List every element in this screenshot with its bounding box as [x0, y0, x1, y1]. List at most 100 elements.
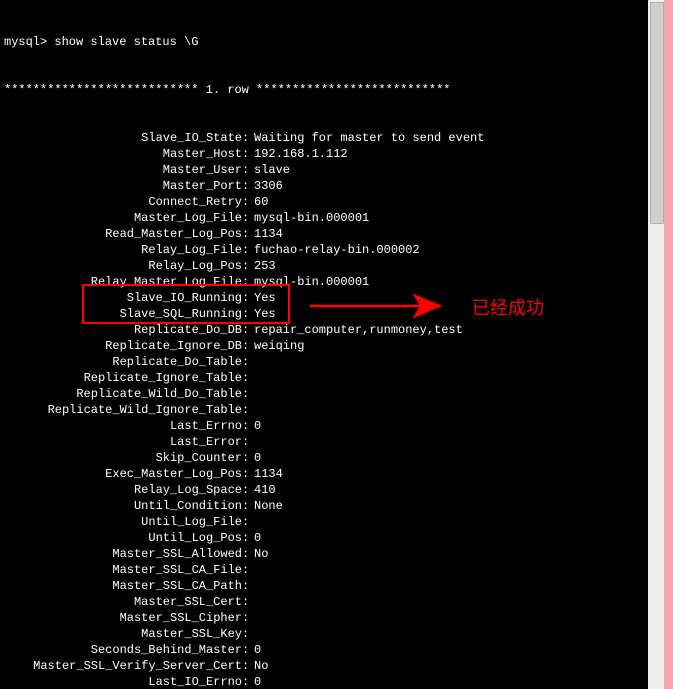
field-value: slave: [250, 162, 648, 178]
status-row: Replicate_Do_DB:repair_computer,runmoney…: [2, 322, 648, 338]
field-value: 3306: [250, 178, 648, 194]
colon: :: [242, 210, 250, 226]
field-label: Master_SSL_Allowed: [2, 546, 242, 562]
colon: :: [242, 642, 250, 658]
field-label: Relay_Master_Log_File: [2, 274, 242, 290]
colon: :: [242, 434, 250, 450]
colon: :: [242, 418, 250, 434]
field-value: [250, 370, 648, 386]
scrollbar-track[interactable]: [648, 0, 664, 689]
colon: :: [242, 514, 250, 530]
colon: :: [242, 258, 250, 274]
status-row: Last_Errno:0: [2, 418, 648, 434]
colon: :: [242, 370, 250, 386]
field-value: repair_computer,runmoney,test: [250, 322, 648, 338]
status-row: Connect_Retry:60: [2, 194, 648, 210]
status-row: Relay_Log_Pos:253: [2, 258, 648, 274]
status-row: Read_Master_Log_Pos:1134: [2, 226, 648, 242]
field-value: No: [250, 658, 648, 674]
colon: :: [242, 130, 250, 146]
field-label: Skip_Counter: [2, 450, 242, 466]
field-label: Replicate_Do_DB: [2, 322, 242, 338]
field-label: Master_SSL_Cert: [2, 594, 242, 610]
status-row: Last_IO_Errno:0: [2, 674, 648, 689]
field-value: 253: [250, 258, 648, 274]
field-label: Slave_SQL_Running: [2, 306, 242, 322]
status-row: Master_SSL_Allowed:No: [2, 546, 648, 562]
status-row: Seconds_Behind_Master:0: [2, 642, 648, 658]
colon: :: [242, 578, 250, 594]
colon: :: [242, 658, 250, 674]
status-row: Master_Port:3306: [2, 178, 648, 194]
scrollbar-thumb[interactable]: [650, 2, 664, 224]
field-value: mysql-bin.000001: [250, 274, 648, 290]
colon: :: [242, 146, 250, 162]
field-label: Until_Log_Pos: [2, 530, 242, 546]
field-value: No: [250, 546, 648, 562]
field-value: [250, 402, 648, 418]
colon: :: [242, 498, 250, 514]
status-row: Replicate_Ignore_DB:weiqing: [2, 338, 648, 354]
status-row: Master_SSL_Cert:: [2, 594, 648, 610]
field-label: Master_User: [2, 162, 242, 178]
colon: :: [242, 226, 250, 242]
command-line: mysql> show slave status \G: [2, 34, 648, 50]
field-value: 0: [250, 450, 648, 466]
status-row: Until_Condition:None: [2, 498, 648, 514]
field-label: Master_SSL_Cipher: [2, 610, 242, 626]
field-value: [250, 626, 648, 642]
colon: :: [242, 594, 250, 610]
field-label: Seconds_Behind_Master: [2, 642, 242, 658]
field-value: 1134: [250, 226, 648, 242]
colon: :: [242, 402, 250, 418]
field-label: Relay_Log_Space: [2, 482, 242, 498]
field-label: Replicate_Wild_Do_Table: [2, 386, 242, 402]
field-value: [250, 578, 648, 594]
colon: :: [242, 162, 250, 178]
terminal-pane[interactable]: mysql> show slave status \G ************…: [0, 0, 649, 689]
status-row: Until_Log_Pos:0: [2, 530, 648, 546]
field-label: Master_SSL_Key: [2, 626, 242, 642]
right-strip: [664, 0, 673, 689]
row-header-line: *************************** 1. row *****…: [2, 82, 648, 98]
field-value: 192.168.1.112: [250, 146, 648, 162]
field-label: Slave_IO_State: [2, 130, 242, 146]
field-label: Last_IO_Errno: [2, 674, 242, 689]
status-row: Replicate_Do_Table:: [2, 354, 648, 370]
field-value: fuchao-relay-bin.000002: [250, 242, 648, 258]
field-value: Yes: [250, 306, 648, 322]
colon: :: [242, 482, 250, 498]
field-label: Master_SSL_CA_Path: [2, 578, 242, 594]
field-label: Last_Error: [2, 434, 242, 450]
status-row: Master_User:slave: [2, 162, 648, 178]
field-value: Yes: [250, 290, 648, 306]
status-row: Exec_Master_Log_Pos:1134: [2, 466, 648, 482]
field-label: Master_Log_File: [2, 210, 242, 226]
status-row: Relay_Master_Log_File:mysql-bin.000001: [2, 274, 648, 290]
field-value: [250, 386, 648, 402]
colon: :: [242, 674, 250, 689]
field-label: Last_Errno: [2, 418, 242, 434]
field-label: Master_Port: [2, 178, 242, 194]
status-row: Replicate_Wild_Do_Table:: [2, 386, 648, 402]
status-row: Until_Log_File:: [2, 514, 648, 530]
field-label: Exec_Master_Log_Pos: [2, 466, 242, 482]
status-row: Master_SSL_Key:: [2, 626, 648, 642]
colon: :: [242, 306, 250, 322]
field-value: None: [250, 498, 648, 514]
field-label: Master_SSL_CA_File: [2, 562, 242, 578]
field-label: Master_SSL_Verify_Server_Cert: [2, 658, 242, 674]
colon: :: [242, 546, 250, 562]
field-value: 0: [250, 418, 648, 434]
field-value: [250, 354, 648, 370]
status-row: Master_SSL_CA_File:: [2, 562, 648, 578]
status-row: Last_Error:: [2, 434, 648, 450]
colon: :: [242, 386, 250, 402]
status-row: Master_Log_File:mysql-bin.000001: [2, 210, 648, 226]
colon: :: [242, 178, 250, 194]
status-row: Replicate_Ignore_Table:: [2, 370, 648, 386]
status-row: Master_SSL_Verify_Server_Cert:No: [2, 658, 648, 674]
colon: :: [242, 242, 250, 258]
field-value: 0: [250, 530, 648, 546]
status-row: Slave_IO_State:Waiting for master to sen…: [2, 130, 648, 146]
